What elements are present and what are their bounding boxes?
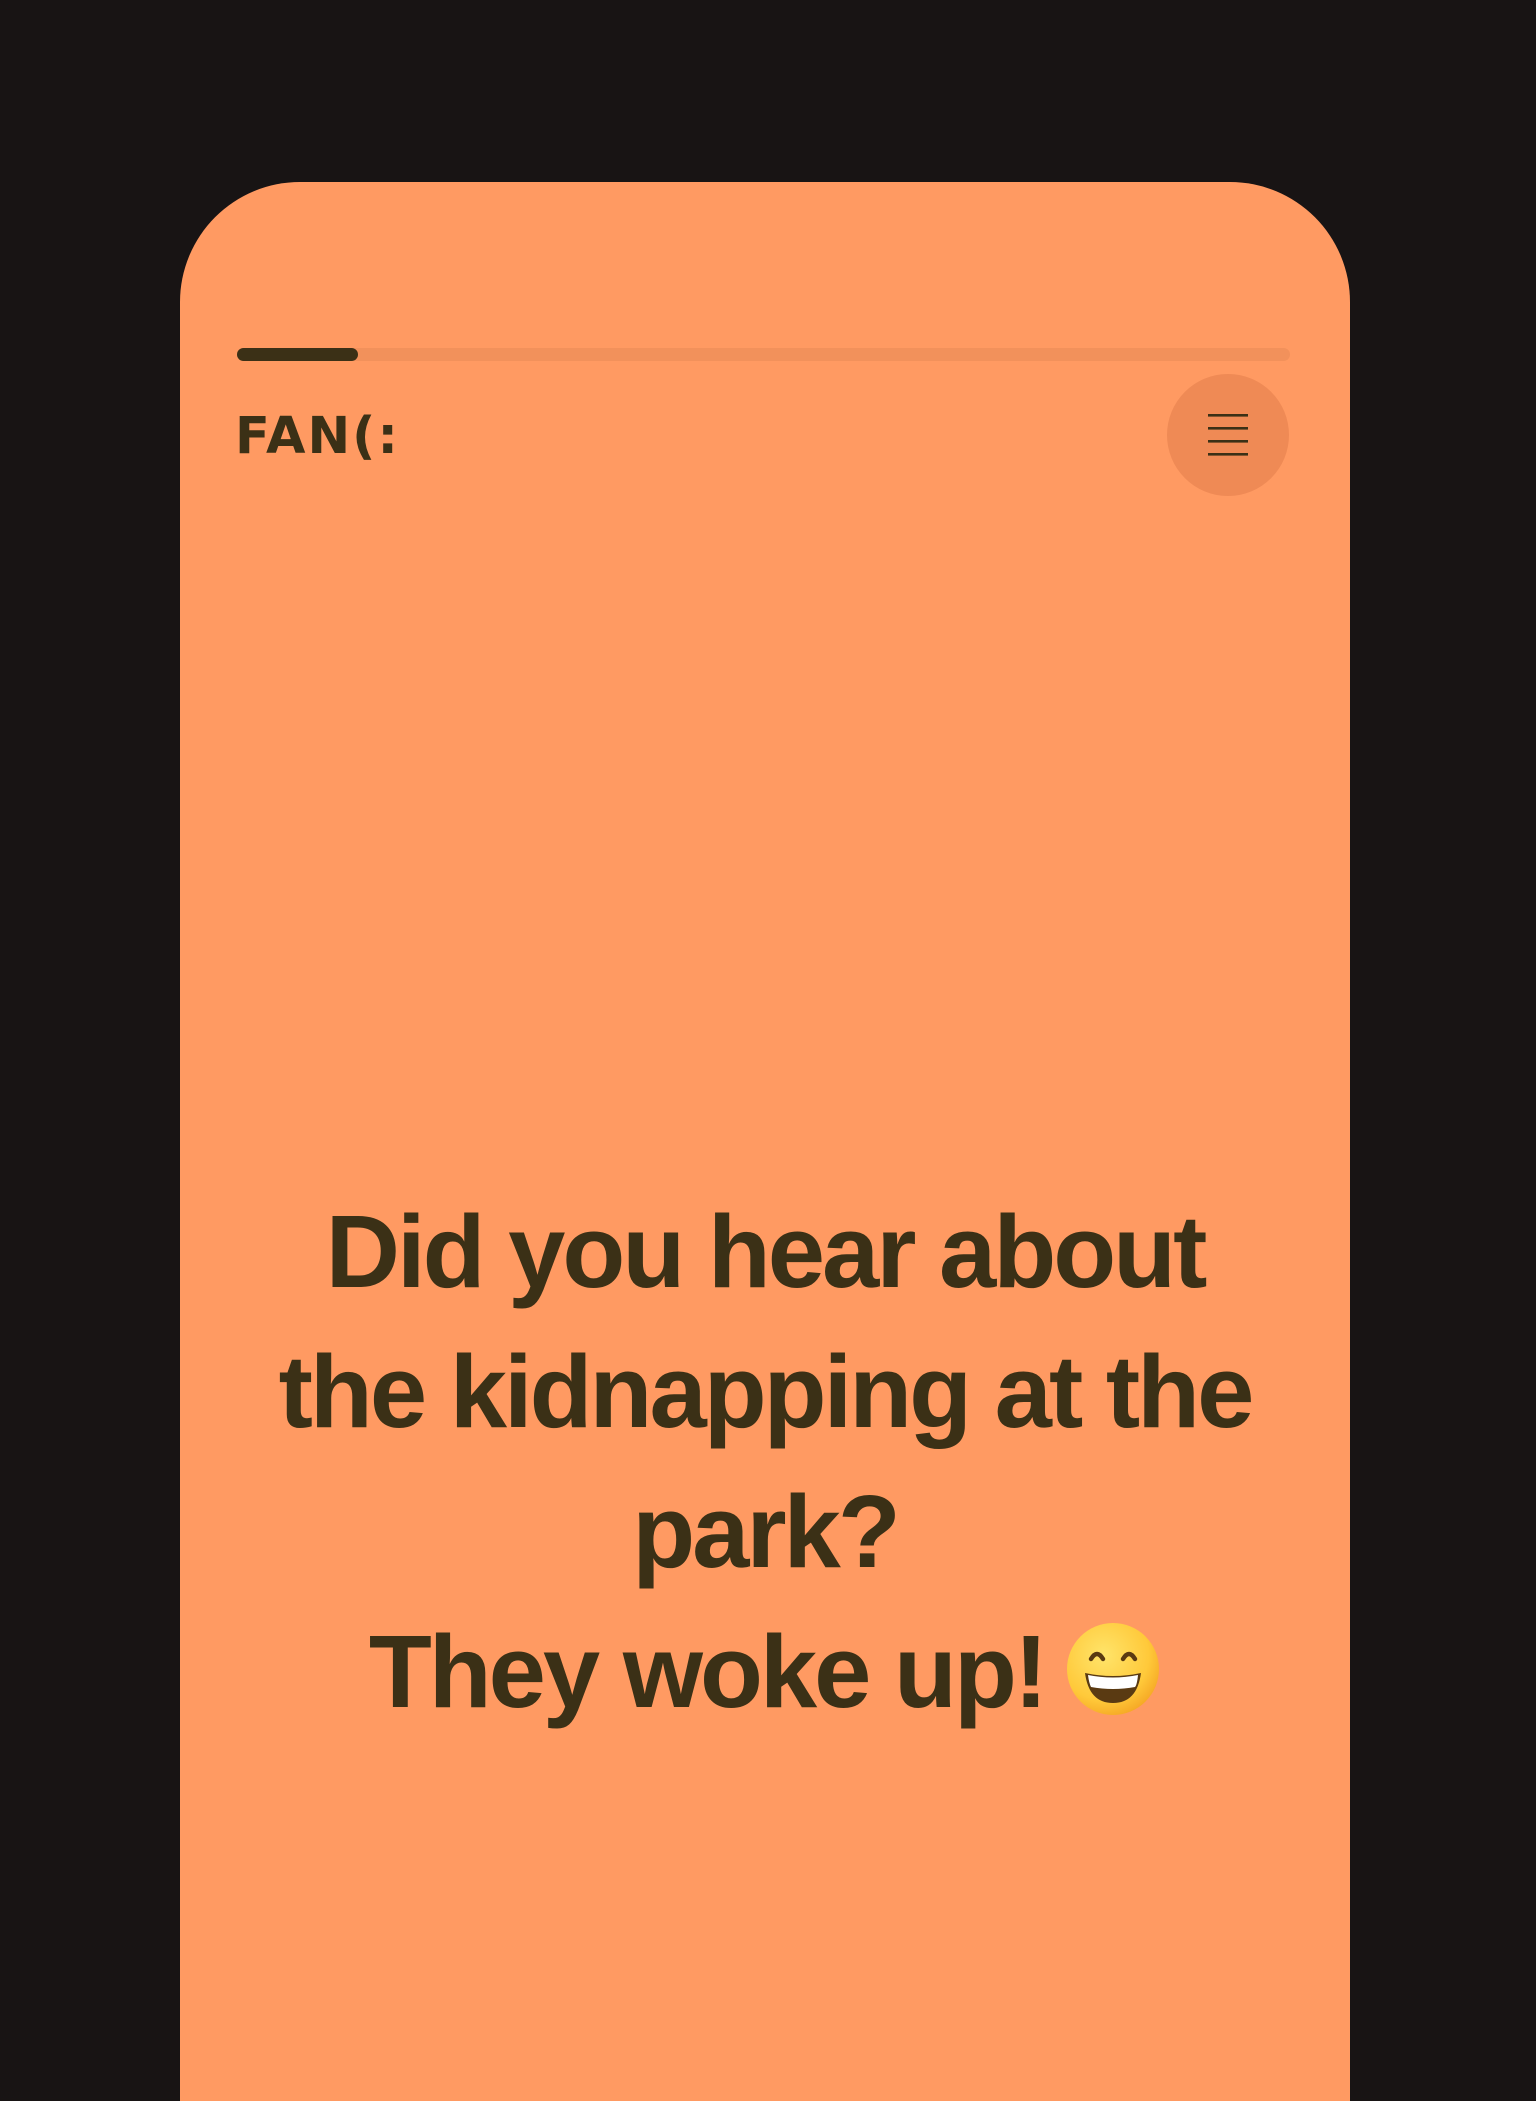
menu-button[interactable] bbox=[1167, 374, 1289, 496]
joke-setup-line-3: park? bbox=[632, 1474, 900, 1589]
progress-bar bbox=[237, 348, 1290, 361]
joke-punchline-row: They woke up! bbox=[250, 1602, 1280, 1752]
joke-punchline: They woke up! bbox=[368, 1614, 1048, 1729]
progress-bar-fill bbox=[237, 348, 359, 361]
grinning-face-emoji-icon bbox=[1065, 1612, 1161, 1752]
joke-setup-line-2: the kidnapping at the bbox=[278, 1334, 1255, 1449]
joke-setup-line-1: Did you hear about bbox=[325, 1194, 1208, 1309]
joke-card: FAN(: Did you hear about the kidnapping … bbox=[180, 182, 1350, 2101]
app-background: FAN(: Did you hear about the kidnapping … bbox=[0, 0, 1536, 2101]
hamburger-menu-icon bbox=[1208, 414, 1248, 456]
brand-logo: FAN(: bbox=[235, 407, 400, 466]
joke-text: Did you hear about the kidnapping at the… bbox=[250, 1182, 1280, 1752]
